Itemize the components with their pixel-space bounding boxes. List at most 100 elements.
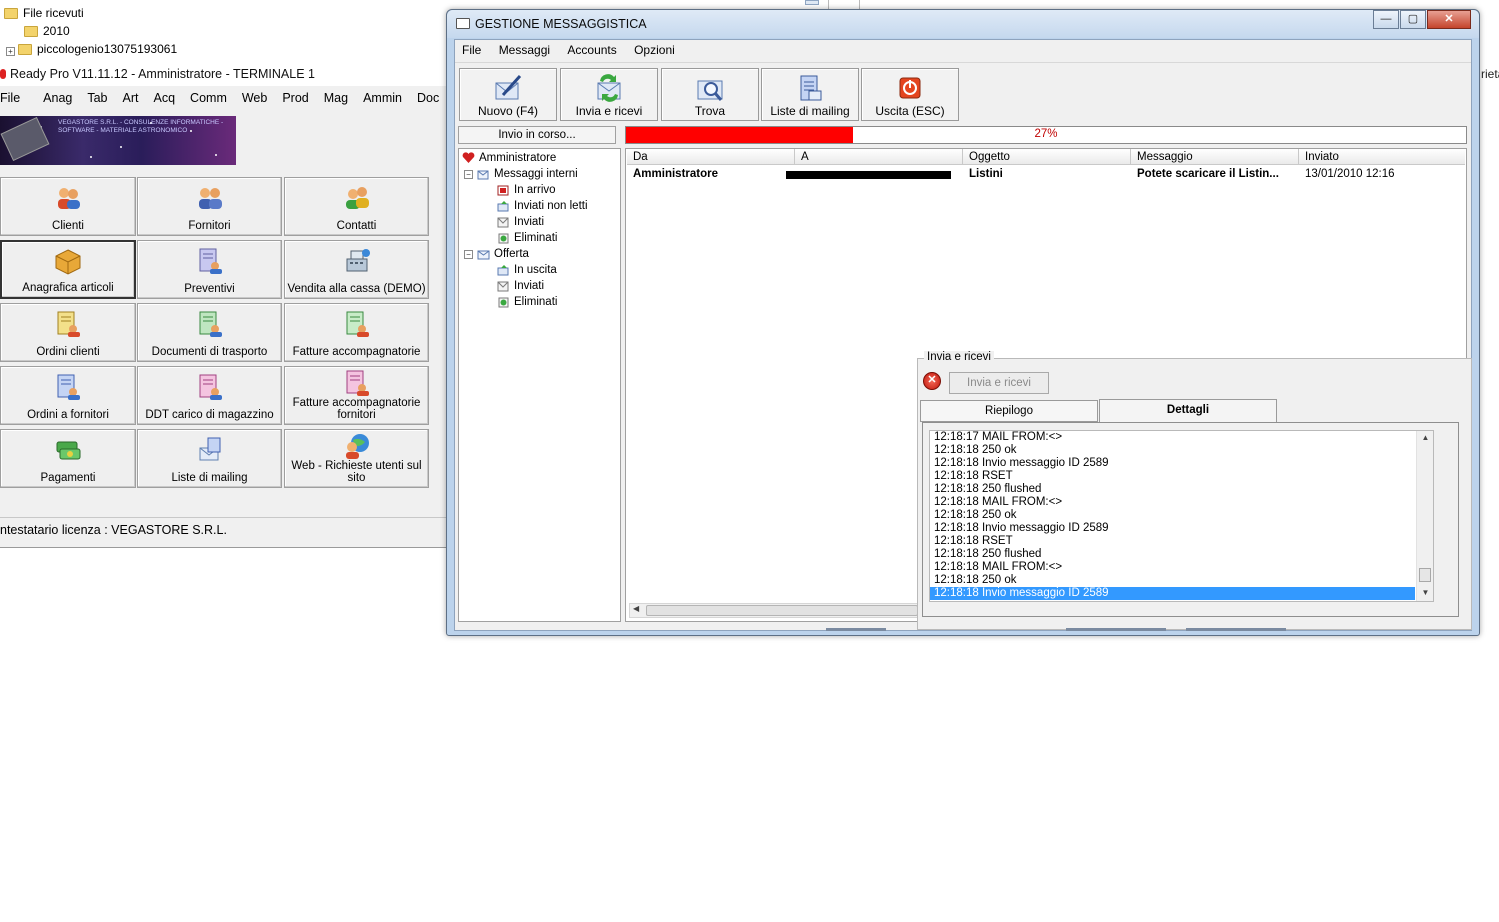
tree-item-label: piccologenio13075193061: [37, 42, 178, 56]
new-message-icon: [495, 74, 522, 100]
tree-label: Amministratore: [479, 152, 557, 164]
menu-ammin[interactable]: Ammin: [363, 86, 411, 110]
readypro-titlebar[interactable]: Ready Pro V11.11.12 - Amministratore - T…: [0, 62, 448, 86]
uscita-button[interactable]: Uscita (ESC): [861, 68, 959, 121]
menu-doc[interactable]: Doc: [417, 86, 448, 110]
log-line[interactable]: 12:18:17 MAIL FROM:<>: [930, 431, 1433, 444]
horizontal-scrollbar[interactable]: ◀: [629, 603, 919, 618]
liste-mailing-button[interactable]: Liste di mailing: [137, 429, 282, 488]
cell-da: Amministratore: [633, 168, 718, 180]
log-line[interactable]: 12:18:18 250 flushed: [930, 548, 1433, 561]
ddt-carico-button[interactable]: DDT carico di magazzino: [137, 366, 282, 425]
scrollbar-thumb[interactable]: [646, 605, 918, 616]
scroll-up-icon[interactable]: ▲: [1417, 433, 1433, 442]
scroll-left-icon[interactable]: ◀: [633, 604, 639, 613]
log-line[interactable]: 12:18:18 MAIL FROM:<>: [930, 496, 1433, 509]
column-header-a[interactable]: A: [795, 149, 963, 165]
tree-item-eliminati-offerta[interactable]: Eliminati: [497, 294, 557, 310]
collapse-icon[interactable]: −: [464, 250, 473, 259]
log-line[interactable]: 12:18:18 RSET: [930, 535, 1433, 548]
log-line[interactable]: 12:18:18 250 ok: [930, 509, 1433, 522]
web-richieste-button[interactable]: Web - Richieste utenti sul sito: [284, 429, 429, 488]
tab-dettagli[interactable]: Dettagli: [1099, 399, 1277, 423]
mailing-list-icon: [800, 75, 822, 101]
column-header-oggetto[interactable]: Oggetto: [963, 149, 1131, 165]
log-line[interactable]: 12:18:18 250 ok: [930, 574, 1433, 587]
gm-titlebar[interactable]: GESTIONE MESSAGGISTICA — ▢ ✕: [447, 10, 1479, 38]
clienti-button[interactable]: Clienti: [0, 177, 136, 236]
documenti-trasporto-button[interactable]: Documenti di trasporto: [137, 303, 282, 362]
menu-comm[interactable]: Comm: [190, 86, 236, 110]
log-vertical-scrollbar[interactable]: ▲ ▼: [1416, 431, 1433, 601]
menu-opzioni[interactable]: Opzioni: [634, 43, 675, 57]
maximize-button[interactable]: ▢: [1400, 10, 1426, 29]
collapse-icon[interactable]: −: [464, 170, 473, 179]
tree-item-in-uscita[interactable]: In uscita: [497, 262, 557, 278]
menu-anag[interactable]: Anag: [43, 86, 81, 110]
column-header-da[interactable]: Da: [627, 149, 795, 165]
tree-item-file-ricevuti[interactable]: File ricevuti: [4, 4, 84, 22]
tree-item-eliminati[interactable]: Eliminati: [497, 230, 557, 246]
minimize-button[interactable]: —: [1373, 10, 1399, 29]
fatture-accompagnatorie-button[interactable]: Fatture accompagnatorie: [284, 303, 429, 362]
ordini-fornitori-button[interactable]: Ordini a fornitori: [0, 366, 136, 425]
ordini-clienti-button[interactable]: Ordini clienti: [0, 303, 136, 362]
preventivi-button[interactable]: Preventivi: [137, 240, 282, 299]
tree-item-messaggi-interni[interactable]: Messaggi interni: [477, 166, 578, 182]
menu-accounts[interactable]: Accounts: [567, 43, 616, 57]
menu-art[interactable]: Art: [123, 86, 148, 110]
tree-item-offerta[interactable]: Offerta: [477, 246, 529, 262]
invia-ricevi-disabled-button[interactable]: Invia e ricevi: [949, 372, 1049, 394]
tree-label: Offerta: [494, 248, 529, 260]
scroll-down-icon[interactable]: ▼: [1417, 588, 1433, 597]
tab-riepilogo[interactable]: Riepilogo: [920, 400, 1098, 422]
vendita-cassa-button[interactable]: Vendita alla cassa (DEMO): [284, 240, 429, 299]
gestione-messaggistica-window: GESTIONE MESSAGGISTICA — ▢ ✕ File Messag…: [446, 9, 1480, 636]
tree-item-inviati-non-letti[interactable]: Inviati non letti: [497, 198, 588, 214]
log-line[interactable]: 12:18:18 MAIL FROM:<>: [930, 561, 1433, 574]
contatti-button[interactable]: Contatti: [284, 177, 429, 236]
log-line[interactable]: 12:18:18 250 flushed: [930, 483, 1433, 496]
tree-item-piccologenio[interactable]: + piccologenio13075193061: [6, 40, 177, 58]
supplier-invoice-icon: [346, 370, 369, 396]
log-line[interactable]: 12:18:18 RSET: [930, 470, 1433, 483]
log-line[interactable]: 12:18:18 Invio messaggio ID 2589: [930, 522, 1433, 535]
tree-item-in-arrivo[interactable]: In arrivo: [497, 182, 556, 198]
pagamenti-button[interactable]: Pagamenti: [0, 429, 136, 488]
box-icon: [55, 249, 81, 275]
menu-acq[interactable]: Acq: [154, 86, 185, 110]
button-label: Trova: [694, 104, 726, 118]
nuovo-button[interactable]: Nuovo (F4): [459, 68, 557, 121]
fornitori-button[interactable]: Fornitori: [137, 177, 282, 236]
tree-item-inviati[interactable]: Inviati: [497, 214, 544, 230]
expand-icon[interactable]: +: [6, 47, 15, 56]
menu-file[interactable]: File: [462, 43, 481, 57]
menu-mag[interactable]: Mag: [324, 86, 357, 110]
send-log[interactable]: 12:18:17 MAIL FROM:<> 12:18:18 250 ok 12…: [929, 430, 1434, 602]
menu-web[interactable]: Web: [242, 86, 276, 110]
log-line-selected[interactable]: 12:18:18 Invio messaggio ID 2589: [930, 587, 1415, 600]
column-header-inviato[interactable]: Inviato: [1299, 149, 1467, 165]
menu-tab[interactable]: Tab: [87, 86, 116, 110]
invia-ricevi-button[interactable]: Invia e ricevi: [560, 68, 658, 121]
menu-messaggi[interactable]: Messaggi: [499, 43, 550, 57]
column-header-messaggio[interactable]: Messaggio: [1131, 149, 1299, 165]
menu-file[interactable]: File: [0, 86, 29, 110]
log-line[interactable]: 12:18:18 Invio messaggio ID 2589: [930, 457, 1433, 470]
recycle-icon: [498, 233, 509, 244]
log-line[interactable]: 12:18:18 250 ok: [930, 444, 1433, 457]
cancel-icon[interactable]: ✕: [923, 372, 941, 390]
transport-docs-icon: [199, 311, 222, 337]
menu-prod[interactable]: Prod: [282, 86, 317, 110]
tree-label: Messaggi interni: [494, 168, 578, 180]
tree-item-amministratore[interactable]: Amministratore: [462, 150, 556, 166]
scrollbar-thumb[interactable]: [1419, 568, 1431, 582]
tree-item-2010[interactable]: 2010: [24, 22, 70, 40]
anagrafica-articoli-button[interactable]: Anagrafica articoli: [0, 240, 136, 299]
close-button[interactable]: ✕: [1427, 10, 1471, 29]
trova-button[interactable]: Trova: [661, 68, 759, 121]
payments-icon: [56, 441, 81, 460]
fatture-fornitori-button[interactable]: Fatture accompagnatorie fornitori: [284, 366, 429, 425]
liste-mailing-button[interactable]: Liste di mailing: [761, 68, 859, 121]
tree-item-inviati-offerta[interactable]: Inviati: [497, 278, 544, 294]
